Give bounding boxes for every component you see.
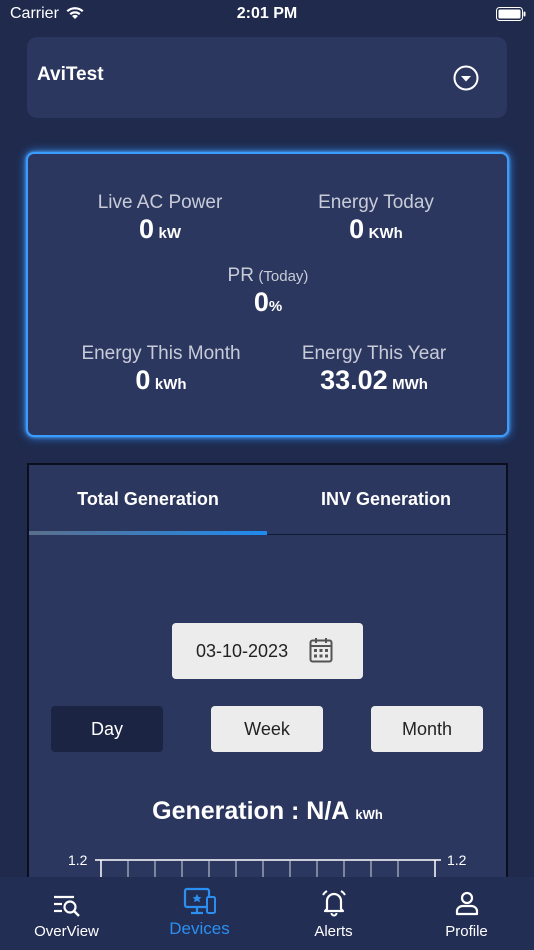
- pr-label: PR: [227, 265, 254, 286]
- devices-icon: [183, 887, 216, 915]
- nav-devices[interactable]: Devices: [133, 877, 266, 950]
- nav-profile[interactable]: Profile: [400, 877, 533, 950]
- energy-year-label: Energy This Year: [301, 343, 447, 364]
- generation-title-text: Generation : N/A: [152, 797, 349, 825]
- energy-month-label: Energy This Month: [81, 343, 241, 364]
- energy-month-unit: kWh: [154, 376, 187, 393]
- generation-tabs: Total Generation INV Generation: [29, 465, 506, 535]
- y-axis-left-tick: 1.2: [68, 852, 88, 868]
- energy-month-metric: Energy This Month 0 kWh: [66, 343, 256, 396]
- status-bar: Carrier 2:01 PM: [0, 0, 534, 30]
- pr-unit: %: [268, 298, 283, 315]
- nav-overview-label: OverView: [34, 923, 99, 940]
- overview-search-icon: [53, 895, 80, 917]
- date-picker[interactable]: 03-10-2023: [172, 623, 363, 679]
- tab-total-generation[interactable]: Total Generation: [29, 465, 267, 535]
- status-time: 2:01 PM: [236, 5, 298, 22]
- generation-panel: Total Generation INV Generation 03-10-20…: [27, 463, 508, 883]
- bottom-nav: OverView Devices Alerts Profile: [0, 877, 534, 950]
- live-ac-power-unit: kW: [158, 225, 181, 242]
- generation-title: Generation : N/A kWh: [29, 797, 506, 826]
- battery-icon: [496, 7, 526, 27]
- energy-year-unit: MWh: [392, 376, 428, 393]
- y-axis-right-tick: 1.2: [447, 852, 467, 868]
- energy-year-metric: Energy This Year 33.02 MWh: [284, 343, 464, 396]
- range-day-button[interactable]: Day: [51, 706, 163, 752]
- nav-profile-label: Profile: [445, 923, 488, 940]
- range-month-button[interactable]: Month: [371, 706, 483, 752]
- person-icon: [455, 891, 478, 916]
- energy-month-value: 0: [135, 365, 151, 395]
- live-ac-power-metric: Live AC Power 0 kW: [80, 192, 240, 245]
- active-tab-indicator: [29, 531, 267, 535]
- pr-sub-label: (Today): [258, 268, 309, 285]
- energy-today-value: 0: [349, 214, 365, 244]
- nav-alerts-label: Alerts: [314, 923, 353, 940]
- generation-unit: kWh: [355, 807, 383, 822]
- date-value: 03-10-2023: [196, 641, 289, 661]
- calendar-icon[interactable]: [309, 637, 333, 668]
- nav-alerts[interactable]: Alerts: [267, 877, 400, 950]
- energy-summary-card: Live AC Power 0 kW Energy Today 0 KWh PR…: [26, 152, 509, 437]
- live-ac-power-label: Live AC Power: [97, 192, 223, 213]
- pr-metric: PR (Today) 0%: [188, 265, 348, 318]
- energy-year-value: 33.02: [320, 365, 388, 395]
- bell-icon: [321, 890, 346, 917]
- live-ac-power-value: 0: [139, 214, 155, 244]
- site-selector[interactable]: AviTest: [27, 37, 507, 118]
- energy-today-metric: Energy Today 0 KWh: [296, 192, 456, 245]
- energy-today-unit: KWh: [368, 225, 403, 242]
- tab-inv-generation[interactable]: INV Generation: [267, 465, 505, 535]
- generation-chart: 1.2 1.2: [68, 852, 467, 881]
- energy-today-label: Energy Today: [318, 192, 434, 213]
- site-name: AviTest: [37, 64, 104, 85]
- pr-value: 0: [253, 287, 269, 317]
- range-week-button[interactable]: Week: [211, 706, 323, 752]
- chevron-down-icon[interactable]: [453, 65, 479, 96]
- nav-overview[interactable]: OverView: [0, 877, 133, 950]
- nav-devices-label: Devices: [169, 919, 230, 938]
